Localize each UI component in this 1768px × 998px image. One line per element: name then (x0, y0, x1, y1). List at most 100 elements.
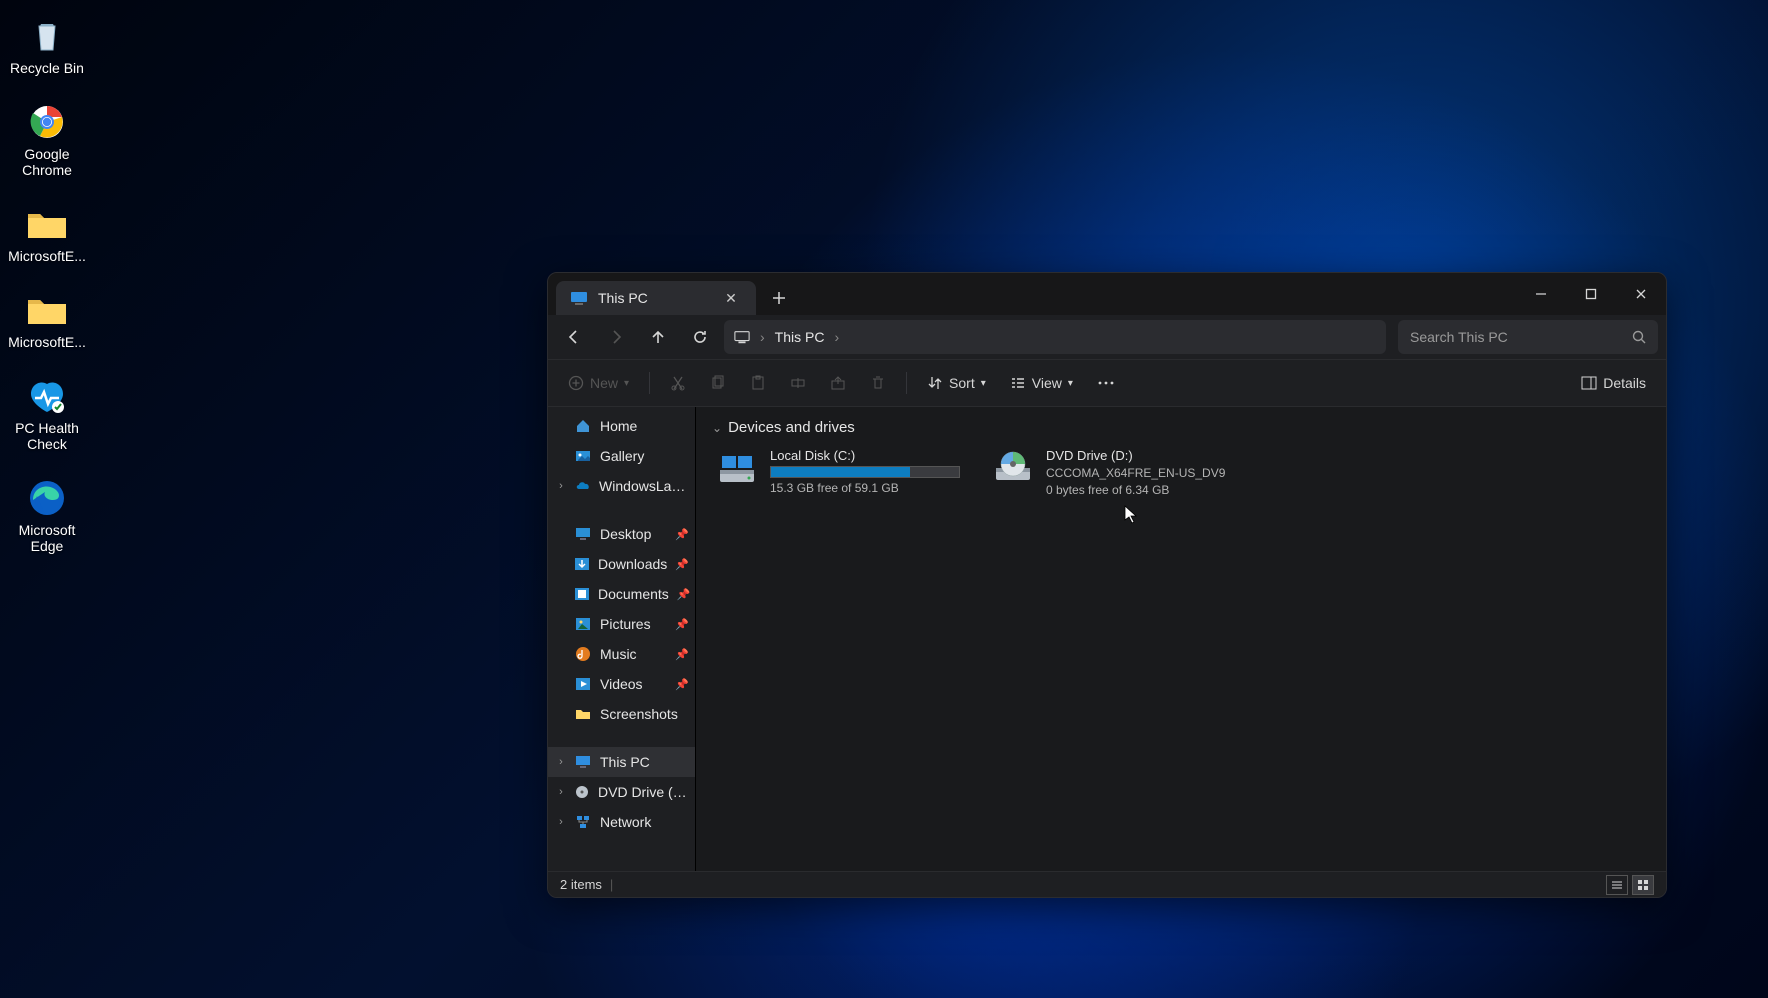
drive-free-space: 15.3 GB free of 59.1 GB (770, 481, 960, 495)
documents-icon (574, 585, 590, 603)
chevron-right-icon: › (554, 816, 568, 828)
minimize-button[interactable] (1516, 273, 1566, 315)
sidebar-item-downloads[interactable]: Downloads 📌 (548, 549, 695, 579)
downloads-icon (574, 555, 590, 573)
folder-icon (25, 288, 69, 332)
dvd-drive-icon (992, 448, 1034, 490)
desktop-icon-label: Recycle Bin (10, 60, 84, 76)
this-pc-icon (574, 753, 592, 771)
drive-volume-label: CCCOMA_X64FRE_EN-US_DV9 (1046, 466, 1234, 480)
hard-drive-icon (716, 448, 758, 490)
sidebar-item-pictures[interactable]: Pictures 📌 (548, 609, 695, 639)
sidebar-item-videos[interactable]: Videos 📌 (548, 669, 695, 699)
sidebar-item-network[interactable]: › Network (548, 807, 695, 837)
desktop-icons: Recycle Bin Google Chrome (2, 10, 92, 558)
sidebar-item-desktop[interactable]: Desktop 📌 (548, 519, 695, 549)
desktop-icon-label: Google Chrome (4, 146, 90, 178)
desktop-icon-label: MicrosoftE... (8, 334, 86, 350)
details-pane-button[interactable]: Details (1571, 366, 1656, 400)
up-button[interactable] (640, 320, 676, 354)
pc-health-check-icon (25, 374, 69, 418)
new-button[interactable]: New ▾ (558, 366, 639, 400)
drive-name: Local Disk (C:) (770, 448, 960, 463)
view-icon (1010, 375, 1026, 391)
desktop-icon-recycle-bin[interactable]: Recycle Bin (2, 10, 92, 80)
desktop-folder-icon (574, 525, 592, 543)
sidebar: Home Gallery › WindowsLatest (548, 407, 696, 871)
breadcrumb-separator: › (760, 329, 765, 345)
sort-icon (927, 375, 943, 391)
tab-label: This PC (598, 290, 710, 306)
sidebar-item-dvd-drive[interactable]: › DVD Drive (D:) C (548, 777, 695, 807)
drive-local-disk-c[interactable]: Local Disk (C:) 15.3 GB free of 59.1 GB (712, 444, 962, 501)
maximize-button[interactable] (1566, 273, 1616, 315)
explorer-body: Home Gallery › WindowsLatest (548, 407, 1666, 871)
sidebar-item-home[interactable]: Home (548, 411, 695, 441)
more-button[interactable] (1087, 366, 1125, 400)
desktop-icon-label: MicrosoftE... (8, 248, 86, 264)
back-button[interactable] (556, 320, 592, 354)
toolbar-separator (906, 372, 907, 394)
search-icon (1632, 330, 1646, 344)
share-button[interactable] (820, 366, 856, 400)
pin-icon: 📌 (677, 588, 691, 601)
drive-name: DVD Drive (D:) (1046, 448, 1234, 463)
desktop-icon-label: Microsoft Edge (4, 522, 90, 554)
sidebar-item-gallery[interactable]: Gallery (548, 441, 695, 471)
pin-icon: 📌 (675, 528, 689, 541)
sidebar-item-this-pc[interactable]: › This PC (548, 747, 695, 777)
section-devices-and-drives[interactable]: ⌄ Devices and drives (712, 419, 1650, 436)
videos-icon (574, 675, 592, 693)
status-bar: 2 items | (548, 871, 1666, 897)
new-tab-button[interactable] (762, 281, 796, 315)
toolbar: New ▾ (548, 359, 1666, 407)
desktop-icon-pc-health[interactable]: PC Health Check (2, 370, 92, 456)
desktop-icon-google-chrome[interactable]: Google Chrome (2, 96, 92, 182)
tab-close-button[interactable]: ✕ (720, 287, 742, 309)
this-pc-icon (570, 289, 588, 307)
tab-this-pc[interactable]: This PC ✕ (556, 281, 756, 315)
content-area[interactable]: ⌄ Devices and drives (696, 407, 1666, 871)
sidebar-item-onedrive[interactable]: › WindowsLatest (548, 471, 695, 501)
chevron-down-icon: ⌄ (712, 421, 722, 435)
paste-button[interactable] (740, 366, 776, 400)
desktop-icon-label: PC Health Check (4, 420, 90, 452)
search-box[interactable] (1398, 320, 1658, 354)
titlebar: This PC ✕ (548, 273, 1666, 315)
sort-button[interactable]: Sort ▾ (917, 366, 996, 400)
sidebar-item-music[interactable]: Music 📌 (548, 639, 695, 669)
search-input[interactable] (1410, 329, 1622, 345)
details-view-toggle[interactable] (1606, 875, 1628, 895)
desktop[interactable]: Recycle Bin Google Chrome (0, 0, 1768, 998)
desktop-icon-folder-1[interactable]: MicrosoftE... (2, 198, 92, 268)
drive-dvd-d[interactable]: DVD Drive (D:) CCCOMA_X64FRE_EN-US_DV9 0… (988, 444, 1238, 501)
chevron-right-icon: › (554, 480, 568, 492)
storage-bar-fill (771, 467, 910, 477)
cut-button[interactable] (660, 366, 696, 400)
file-explorer-window: This PC ✕ (547, 272, 1667, 898)
chevron-right-icon: › (554, 786, 568, 798)
refresh-button[interactable] (682, 320, 718, 354)
this-pc-icon (734, 329, 750, 345)
rename-button[interactable] (780, 366, 816, 400)
breadcrumb-this-pc[interactable]: This PC (775, 329, 825, 345)
edge-icon (25, 476, 69, 520)
icons-view-toggle[interactable] (1632, 875, 1654, 895)
address-bar[interactable]: › This PC › (724, 320, 1386, 354)
sidebar-item-screenshots[interactable]: Screenshots (548, 699, 695, 729)
chevron-down-icon: ▾ (981, 378, 986, 389)
view-button[interactable]: View ▾ (1000, 366, 1083, 400)
delete-button[interactable] (860, 366, 896, 400)
music-icon (574, 645, 592, 663)
copy-button[interactable] (700, 366, 736, 400)
sidebar-item-documents[interactable]: Documents 📌 (548, 579, 695, 609)
desktop-icon-folder-2[interactable]: MicrosoftE... (2, 284, 92, 354)
toolbar-separator (649, 372, 650, 394)
close-button[interactable] (1616, 273, 1666, 315)
forward-button[interactable] (598, 320, 634, 354)
desktop-icon-microsoft-edge[interactable]: Microsoft Edge (2, 472, 92, 558)
pin-icon: 📌 (675, 648, 689, 661)
navigation-bar: › This PC › (548, 315, 1666, 359)
network-icon (574, 813, 592, 831)
storage-bar (770, 466, 960, 478)
